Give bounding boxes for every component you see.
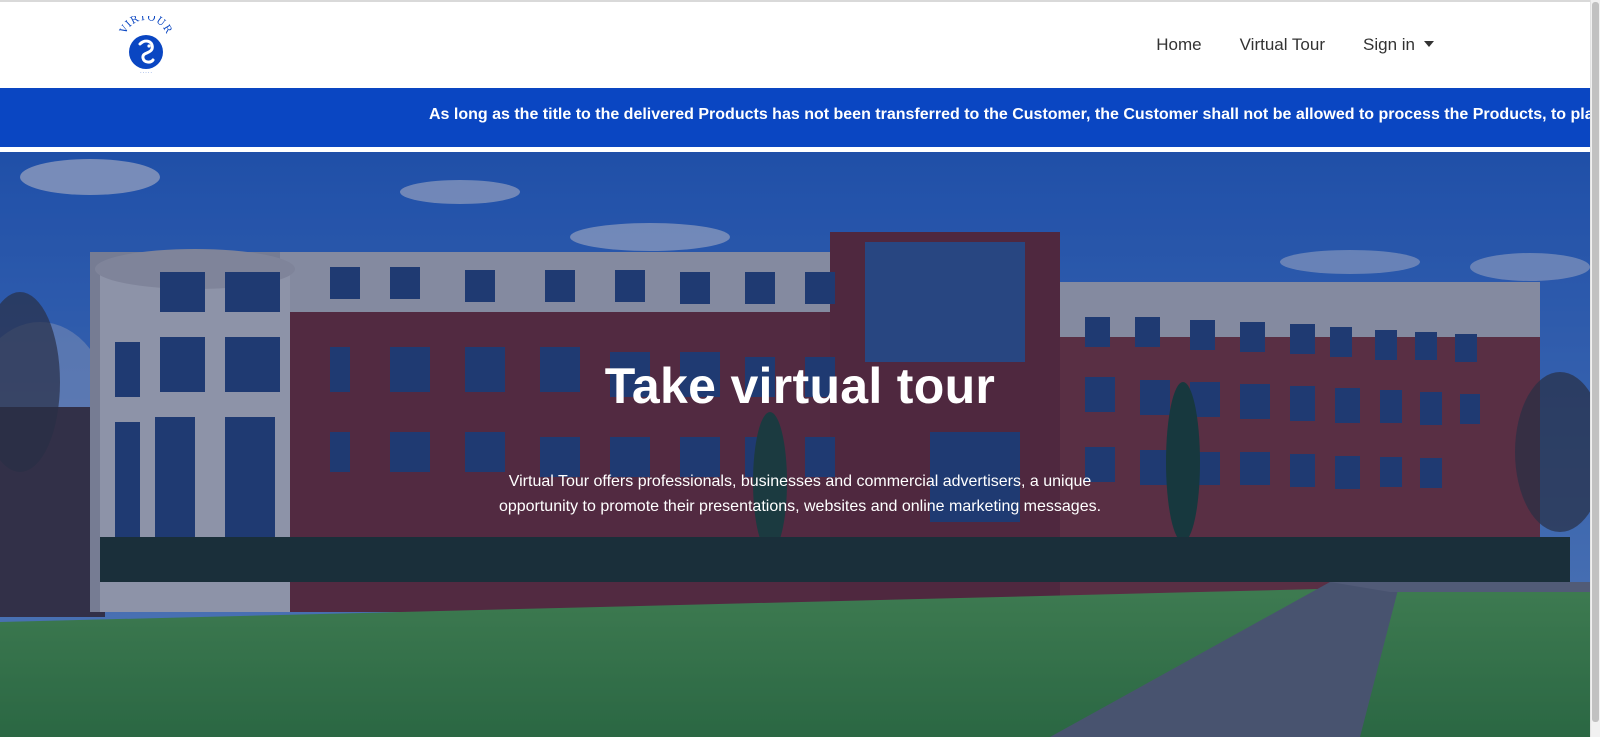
svg-text:· · · · ·: · · · · · <box>140 70 151 75</box>
svg-text:VIRTOUR: VIRTOUR <box>118 16 174 36</box>
main-nav: Home Virtual Tour Sign in <box>1118 35 1434 55</box>
hero-section: Take virtual tour Virtual Tour offers pr… <box>0 152 1600 737</box>
ticker-message: As long as the title to the delivered Pr… <box>429 106 1600 123</box>
brand-logo[interactable]: VIRTOUR · · · · · <box>116 12 176 76</box>
nav-sign-in-dropdown[interactable]: Sign in <box>1363 35 1434 55</box>
seal-logo-icon: VIRTOUR · · · · · <box>118 12 174 75</box>
nav-home[interactable]: Home <box>1156 35 1201 55</box>
announcement-ticker: As long as the title to the delivered Pr… <box>0 88 1600 147</box>
nav-virtual-tour[interactable]: Virtual Tour <box>1240 35 1325 55</box>
scrollbar-thumb[interactable] <box>1592 2 1599 722</box>
vertical-scrollbar[interactable] <box>1590 0 1600 737</box>
navbar: VIRTOUR · · · · · Home Virtual Tour Sign… <box>0 2 1600 88</box>
hero-subtitle: Virtual Tour offers professionals, busin… <box>498 473 1102 515</box>
caret-down-icon <box>1424 40 1434 47</box>
nav-sign-in-label: Sign in <box>1363 35 1415 54</box>
hero-overlay <box>0 152 1600 737</box>
hero-title: Take virtual tour <box>604 358 996 414</box>
